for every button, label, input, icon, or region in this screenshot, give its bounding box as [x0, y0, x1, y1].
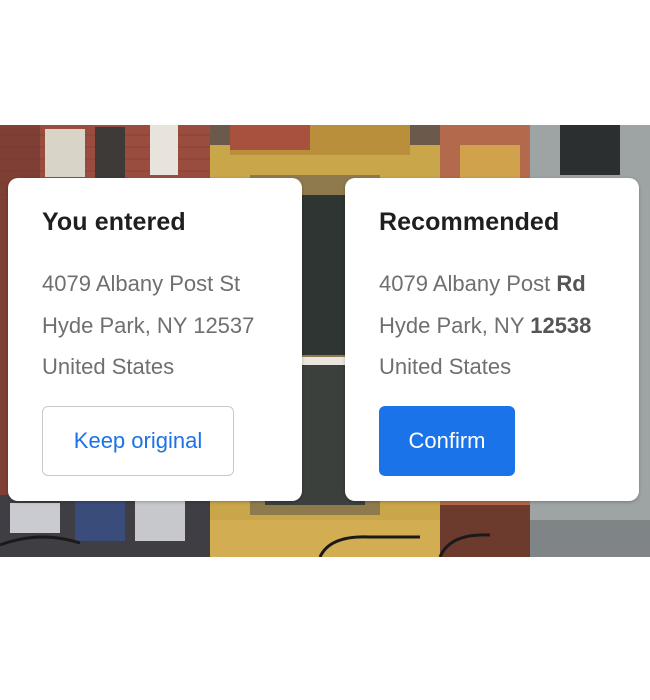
street-unchanged-text: 4079 Albany Post	[379, 271, 557, 296]
entered-street-line: 4079 Albany Post St	[42, 271, 241, 296]
recommended-card-title: Recommended	[379, 208, 560, 236]
entered-city-line: Hyde Park, NY 12537	[42, 313, 255, 338]
entered-address-card: You entered 4079 Albany Post St Hyde Par…	[8, 178, 302, 501]
city-unchanged-text: Hyde Park, NY	[379, 313, 531, 338]
keep-original-button[interactable]: Keep original	[42, 406, 234, 476]
recommended-address-card: Recommended 4079 Albany Post Rd Hyde Par…	[345, 178, 639, 501]
entered-country-line: United States	[42, 354, 175, 379]
confirm-button[interactable]: Confirm	[379, 406, 515, 476]
recommended-country-line: United States	[379, 354, 512, 379]
recommended-city-line: Hyde Park, NY 12538	[379, 313, 591, 339]
street-changed-text: Rd	[556, 271, 586, 296]
recommended-street-line: 4079 Albany Post Rd	[379, 271, 586, 297]
zip-changed-text: 12538	[530, 313, 592, 338]
entered-card-title: You entered	[42, 208, 186, 236]
